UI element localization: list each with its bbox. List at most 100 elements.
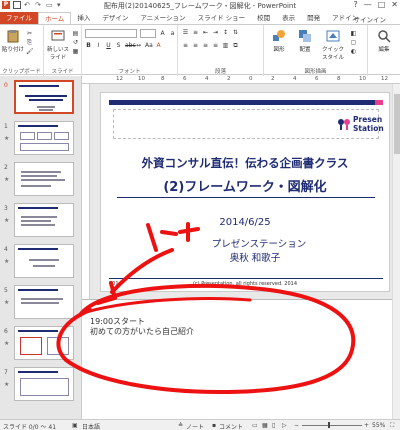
spellcheck-icon[interactable]: ▣ — [72, 422, 78, 429]
bold-icon[interactable]: B — [85, 42, 92, 49]
quick-styles-button[interactable]: クイック スタイル — [320, 29, 346, 61]
decrease-indent-icon[interactable]: ⇤ — [202, 29, 209, 36]
shape-outline-icon[interactable]: ▢ — [350, 39, 357, 46]
thumbnail-image[interactable] — [14, 80, 74, 114]
reset-icon[interactable]: ↺ — [72, 39, 79, 46]
strikethrough-icon[interactable]: abc — [125, 42, 136, 49]
new-slide-button[interactable]: 新しいスライド — [46, 29, 70, 61]
thumbnail-image[interactable] — [14, 285, 74, 319]
notes-line-2[interactable]: 初めての方がいたら自己紹介 — [90, 326, 194, 337]
shrink-font-icon[interactable]: a — [169, 30, 176, 37]
notes-icon[interactable]: ≙ — [178, 422, 183, 429]
help-button[interactable]: ? — [353, 0, 357, 9]
tab-insert[interactable]: 挿入 — [71, 12, 96, 24]
current-slide[interactable]: Presen Station 外資コンサル直伝！伝わる企画書クラス (2)フレー… — [100, 92, 390, 292]
zoom-slider[interactable] — [302, 425, 362, 426]
fit-slide-icon[interactable]: ⛶ — [390, 422, 394, 430]
zoom-slider-thumb[interactable] — [328, 422, 330, 428]
language-indicator[interactable]: 日本語 — [82, 422, 100, 430]
char-spacing-icon[interactable]: ↔ — [135, 42, 142, 49]
notes-toggle[interactable]: ノート — [186, 422, 204, 430]
zoom-level[interactable]: 55% — [372, 422, 385, 429]
scrollbar-thumb[interactable] — [394, 94, 400, 154]
thumbnail-image[interactable] — [14, 162, 74, 196]
tab-slideshow[interactable]: スライド ショー — [192, 12, 252, 24]
reading-view-icon[interactable]: ▯ — [272, 422, 275, 429]
arrange-button[interactable]: 配置 — [294, 29, 316, 53]
increase-indent-icon[interactable]: ⇥ — [212, 29, 219, 36]
smartart-icon[interactable]: ⧉ — [232, 42, 239, 49]
font-name-select[interactable] — [85, 29, 137, 38]
shape-effects-icon[interactable]: ◐ — [350, 48, 357, 55]
tab-file[interactable]: ファイル — [0, 12, 38, 24]
change-case-icon[interactable]: Aa — [145, 42, 153, 49]
thumbnail-slide-2[interactable]: 2 ★ — [2, 162, 78, 202]
thumbnail-slide-7[interactable]: 7 ★ — [2, 367, 78, 407]
notes-pane[interactable]: 19:00スタート 初めての方がいたら自己紹介 — [82, 299, 400, 419]
shape-fill-icon[interactable]: ◧ — [350, 30, 357, 37]
tab-view[interactable]: 表示 — [276, 12, 301, 24]
maximize-button[interactable]: □ — [378, 0, 386, 9]
grow-font-icon[interactable]: A — [159, 30, 166, 37]
comments-icon[interactable]: ▪ — [212, 422, 216, 429]
undo-icon[interactable]: ↶ — [24, 1, 32, 9]
underline-icon[interactable]: U — [105, 42, 112, 49]
signin-link[interactable]: サインイン — [354, 14, 387, 24]
copy-icon[interactable]: ⎘ — [26, 39, 33, 46]
thumbnail-slide-6[interactable]: 6 ★ — [2, 326, 78, 366]
layout-icon[interactable]: ▤ — [72, 30, 79, 37]
minimize-button[interactable]: — — [364, 0, 372, 9]
customize-toolbar-icon[interactable]: ▾ — [57, 1, 65, 9]
slide-sorter-icon[interactable]: ▦ — [262, 422, 268, 429]
slide-subtitle[interactable]: (2)フレームワーク・図解化 — [101, 176, 389, 195]
thumbnail-slide-4[interactable]: 4 ★ — [2, 244, 78, 284]
zoom-in-icon[interactable]: + — [364, 422, 369, 429]
columns-icon[interactable]: ▥ — [222, 42, 229, 49]
align-center-icon[interactable]: ≡ — [192, 42, 199, 49]
normal-view-icon[interactable]: ▭ — [252, 422, 258, 429]
thumbnail-slide-3[interactable]: 3 ★ — [2, 203, 78, 243]
thumbnail-image[interactable] — [14, 367, 74, 401]
slide-editing-area[interactable]: Presen Station 外資コンサル直伝！伝わる企画書クラス (2)フレー… — [90, 84, 400, 299]
save-icon[interactable] — [13, 1, 21, 9]
comments-toggle[interactable]: コメント — [219, 422, 243, 430]
shapes-button[interactable]: 図形 — [268, 29, 290, 53]
thumbnail-slide-5[interactable]: 5 ★ — [2, 285, 78, 325]
section-icon[interactable]: ▦ — [72, 48, 79, 55]
numbering-icon[interactable]: ≡ — [192, 29, 199, 36]
cut-icon[interactable]: ✂ — [26, 30, 33, 37]
slide-title[interactable]: 外資コンサル直伝！伝わる企画書クラス — [101, 155, 389, 171]
bullets-icon[interactable]: ☰ — [182, 29, 189, 36]
vertical-scrollbar[interactable] — [392, 84, 400, 419]
italic-icon[interactable]: I — [95, 42, 102, 49]
thumbnail-slide-0[interactable]: 0 — [2, 80, 78, 120]
thumbnail-image[interactable] — [14, 326, 74, 360]
thumbnail-image[interactable] — [14, 203, 74, 237]
slide-author[interactable]: 奥秋 和歌子 — [101, 250, 389, 264]
tab-home[interactable]: ホーム — [38, 12, 72, 24]
justify-icon[interactable]: ≡ — [212, 42, 219, 49]
thumbnail-slide-1[interactable]: 1 ★ — [2, 121, 78, 161]
editing-button[interactable]: 編集 — [372, 29, 396, 53]
format-painter-icon[interactable]: 🖌 — [26, 48, 34, 55]
slide-company[interactable]: プレゼンステーション — [101, 236, 389, 250]
font-size-select[interactable] — [140, 29, 156, 38]
slide-date[interactable]: 2014/6/25 — [101, 217, 389, 228]
font-color-icon[interactable]: A — [155, 42, 162, 49]
align-left-icon[interactable]: ≡ — [182, 42, 189, 49]
close-button[interactable]: ✕ — [391, 0, 398, 9]
tab-review[interactable]: 校閲 — [251, 12, 276, 24]
thumbnail-image[interactable] — [14, 121, 74, 155]
tab-animations[interactable]: アニメーション — [134, 12, 191, 24]
start-slideshow-icon[interactable]: ▭ — [46, 1, 54, 9]
slide-thumbnails-pane[interactable]: 0 1 ★ 2 ★ 3 ★ 4 ★ 5 ★ 6 ★ 7 ★ — [0, 76, 82, 419]
tab-design[interactable]: デザイン — [96, 12, 134, 24]
tab-developer[interactable]: 開発 — [301, 12, 326, 24]
line-spacing-icon[interactable]: ↕ — [222, 29, 229, 36]
align-right-icon[interactable]: ≡ — [202, 42, 209, 49]
slideshow-view-icon[interactable]: ▷ — [282, 422, 287, 429]
redo-icon[interactable]: ↷ — [35, 1, 43, 9]
text-direction-icon[interactable]: ⇅ — [232, 29, 239, 36]
paste-button[interactable]: 貼り付け — [2, 29, 24, 53]
zoom-out-icon[interactable]: − — [294, 422, 299, 429]
